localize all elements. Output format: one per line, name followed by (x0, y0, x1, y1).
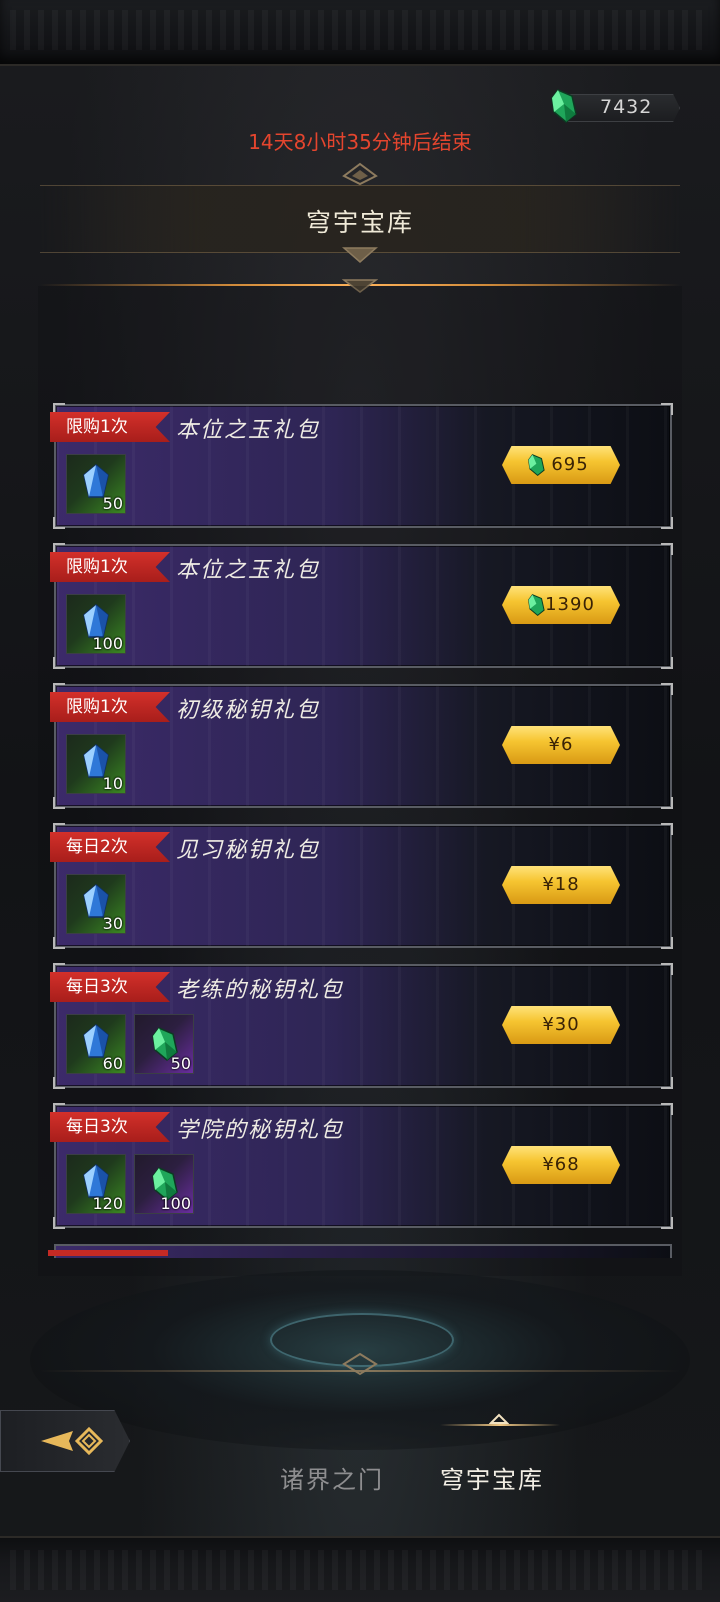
corner-ornament (53, 1217, 65, 1229)
pack-card[interactable]: 限购1次 本位之玉礼包 100 1390 (50, 543, 673, 669)
purchase-limit-tag: 限购1次 (50, 412, 170, 442)
corner-ornament (661, 683, 673, 695)
pack-title: 本位之玉礼包 (176, 418, 321, 443)
pack-title: 初级秘钥礼包 (176, 698, 321, 723)
reward-item[interactable]: 60 (66, 1014, 126, 1074)
title-bottom-ornament (342, 247, 378, 263)
item-count: 100 (92, 634, 123, 653)
tab-cosmic-vault[interactable]: 穹宇宝库 (440, 1460, 544, 1495)
page-title: 穹宇宝库 (305, 208, 414, 237)
active-tab-indicator (440, 1424, 560, 1426)
reward-item[interactable]: 30 (66, 874, 126, 934)
back-button[interactable] (0, 1410, 130, 1472)
reward-item[interactable]: 50 (134, 1014, 194, 1074)
item-count: 100 (160, 1194, 191, 1213)
item-count: 60 (102, 1054, 123, 1073)
buy-button[interactable]: ¥18 (502, 866, 620, 904)
corner-ornament (661, 657, 673, 669)
pack-card[interactable]: 每日2次 见习秘钥礼包 30 ¥18 (50, 823, 673, 949)
corner-ornament (661, 963, 673, 975)
buy-button[interactable]: ¥68 (502, 1146, 620, 1184)
purchase-limit-tag: 每日2次 (50, 832, 170, 862)
purchase-limit-tag: 限购1次 (50, 552, 170, 582)
pack-title: 老练的秘钥礼包 (176, 978, 345, 1003)
purchase-limit-tag: 限购1次 (50, 692, 170, 722)
green-gem-icon (551, 89, 577, 123)
purchase-limit-tag: 每日3次 (50, 1112, 170, 1142)
title-top-ornament (342, 162, 378, 186)
reward-item[interactable]: 50 (66, 454, 126, 514)
pack-card[interactable]: 每日3次 老练的秘钥礼包 60 50 ¥30 (50, 963, 673, 1089)
corner-ornament (661, 403, 673, 415)
price-label: ¥30 (542, 1014, 580, 1035)
corner-ornament (53, 1077, 65, 1089)
corner-ornament (661, 1077, 673, 1089)
pack-card[interactable]: 限购1次 初级秘钥礼包 10 ¥6 (50, 683, 673, 809)
buy-button[interactable]: 1390 (502, 586, 620, 624)
nav-ornament (342, 1352, 378, 1376)
buy-button[interactable]: ¥30 (502, 1006, 620, 1044)
corner-ornament (53, 517, 65, 529)
reward-item[interactable]: 10 (66, 734, 126, 794)
tab-realm-gate[interactable]: 诸界之门 (280, 1460, 384, 1495)
bottom-frame (0, 1536, 720, 1602)
buy-button[interactable]: ¥6 (502, 726, 620, 764)
item-count: 30 (102, 914, 123, 933)
corner-ornament (53, 937, 65, 949)
reward-item[interactable]: 100 (134, 1154, 194, 1214)
price-label: ¥18 (542, 874, 580, 895)
buy-button[interactable]: 695 (502, 446, 620, 484)
currency-display[interactable]: 7432 (548, 89, 686, 124)
price-label: 1390 (545, 594, 595, 615)
event-countdown: 14天8小时35分钟后结束 (248, 130, 472, 154)
corner-ornament (661, 1103, 673, 1115)
item-count: 50 (102, 494, 123, 513)
price-label: ¥68 (542, 1154, 580, 1175)
price-label: ¥6 (548, 734, 574, 755)
purchase-limit-tag: 每日3次 (50, 972, 170, 1002)
pack-title: 学院的秘钥礼包 (176, 1118, 345, 1143)
pack-card[interactable]: 限购1次 本位之玉礼包 50 695 (50, 403, 673, 529)
pack-title: 见习秘钥礼包 (176, 838, 321, 863)
corner-ornament (661, 823, 673, 835)
currency-value: 7432 (600, 96, 653, 118)
purchase-limit-tag-partial (48, 1250, 168, 1256)
corner-ornament (661, 937, 673, 949)
reward-item[interactable]: 120 (66, 1154, 126, 1214)
price-label: 695 (551, 454, 589, 475)
corner-ornament (53, 657, 65, 669)
corner-ornament (661, 517, 673, 529)
corner-ornament (53, 797, 65, 809)
top-frame (0, 0, 720, 66)
pack-title: 本位之玉礼包 (176, 558, 321, 583)
back-arrow-icon (41, 1426, 104, 1456)
pack-card[interactable]: 每日3次 学院的秘钥礼包 120 100 ¥68 (50, 1103, 673, 1229)
reward-item[interactable]: 100 (66, 594, 126, 654)
item-count: 10 (102, 774, 123, 793)
item-count: 50 (170, 1054, 191, 1073)
corner-ornament (661, 543, 673, 555)
corner-ornament (661, 1217, 673, 1229)
corner-ornament (661, 797, 673, 809)
item-count: 120 (92, 1194, 123, 1213)
